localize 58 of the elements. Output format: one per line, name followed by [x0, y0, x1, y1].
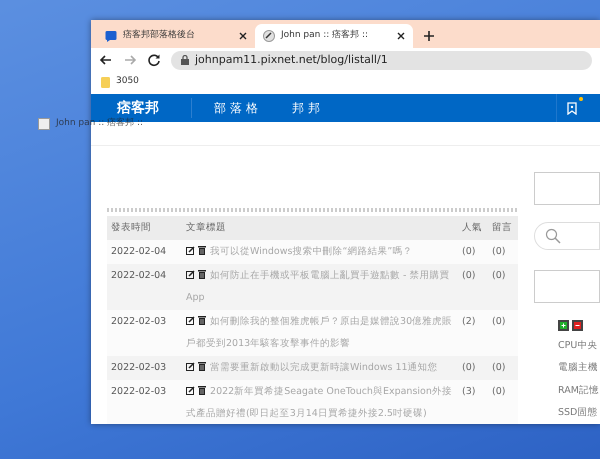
edit-icon[interactable]: [186, 246, 195, 256]
edit-icon[interactable]: [186, 362, 195, 372]
column-header: 人氣: [458, 216, 488, 240]
trash-icon[interactable]: [198, 315, 206, 326]
category-link[interactable]: 電腦主機: [558, 361, 600, 376]
search-icon: [545, 228, 561, 244]
table-cell: (0): [458, 240, 488, 264]
trash-icon[interactable]: [198, 245, 206, 256]
table-cell: 2022-02-03: [107, 310, 182, 356]
nav-link[interactable]: 部落格: [214, 99, 262, 117]
category-link[interactable]: RAM記憶: [558, 384, 600, 398]
table-cell: (0): [488, 240, 518, 264]
plus-icon: [424, 31, 434, 41]
category-link[interactable]: CPU中央: [558, 339, 600, 354]
address-bar[interactable]: johnpam11.pixnet.net/blog/listall/1: [171, 50, 592, 70]
browser-tab[interactable]: 痞客邦部落格後台: [97, 24, 255, 48]
table-cell: (0): [488, 356, 518, 380]
post-title-link[interactable]: 我可以從Windows搜索中刪除“網路結果”嗎？: [186, 241, 454, 264]
table-cell: (0): [458, 264, 488, 310]
table-cell: (2): [458, 310, 488, 356]
column-header: 留言: [488, 216, 518, 240]
table-cell: (0): [488, 380, 518, 424]
table-cell: 2022-02-04: [107, 240, 182, 264]
minus-icon[interactable]: [572, 320, 583, 331]
favicon-icon: [38, 118, 50, 130]
back-button[interactable]: [99, 53, 113, 67]
table-cell: (0): [458, 356, 488, 380]
table-cell: 2022-02-03: [107, 380, 182, 424]
table-cell: 2022-02-03: [107, 356, 182, 380]
plus-icon[interactable]: [558, 320, 569, 331]
column-header: 文章標題: [182, 216, 458, 240]
edit-icon[interactable]: [186, 386, 195, 396]
edit-icon[interactable]: [186, 270, 195, 280]
edit-icon[interactable]: [186, 316, 195, 326]
trash-icon[interactable]: [198, 385, 206, 396]
favicon-icon: [263, 30, 275, 42]
nav-link[interactable]: 邦邦: [292, 99, 324, 117]
table-cell: 2022-02-04: [107, 264, 182, 310]
site-logo[interactable]: 痞客邦: [117, 100, 177, 116]
table-cell: (0): [488, 264, 518, 310]
category-link[interactable]: SSD固態: [558, 406, 600, 420]
post-title-link[interactable]: 2022新年買希捷Seagate OneTouch與Expansion外接式產品贈好禮(即日起至3月14日買希捷外接2.5吋硬碟): [186, 381, 454, 424]
table-cell: (0): [488, 310, 518, 356]
bookmark-icon[interactable]: [567, 102, 577, 114]
chat-bubble-icon: [105, 30, 117, 42]
search-field[interactable]: [534, 222, 600, 250]
reload-button[interactable]: [147, 53, 161, 67]
trash-icon[interactable]: [198, 269, 206, 280]
post-title-link[interactable]: 如何刪除我的整個雅虎帳戶？原由是媒體說30億雅虎賬戶都受到2013年駭客攻擊事件的影響: [186, 311, 454, 356]
trash-icon[interactable]: [198, 361, 206, 372]
lock-icon: [181, 55, 189, 65]
bookmark-folder[interactable]: 3050: [101, 75, 139, 89]
folder-icon: [101, 76, 110, 88]
table-cell: (3): [458, 380, 488, 424]
browser-tab[interactable]: John pan :: 痞客邦 ::: [255, 24, 413, 48]
column-header: 發表時間: [107, 216, 182, 240]
close-icon[interactable]: [397, 32, 405, 40]
close-icon[interactable]: [239, 32, 247, 40]
